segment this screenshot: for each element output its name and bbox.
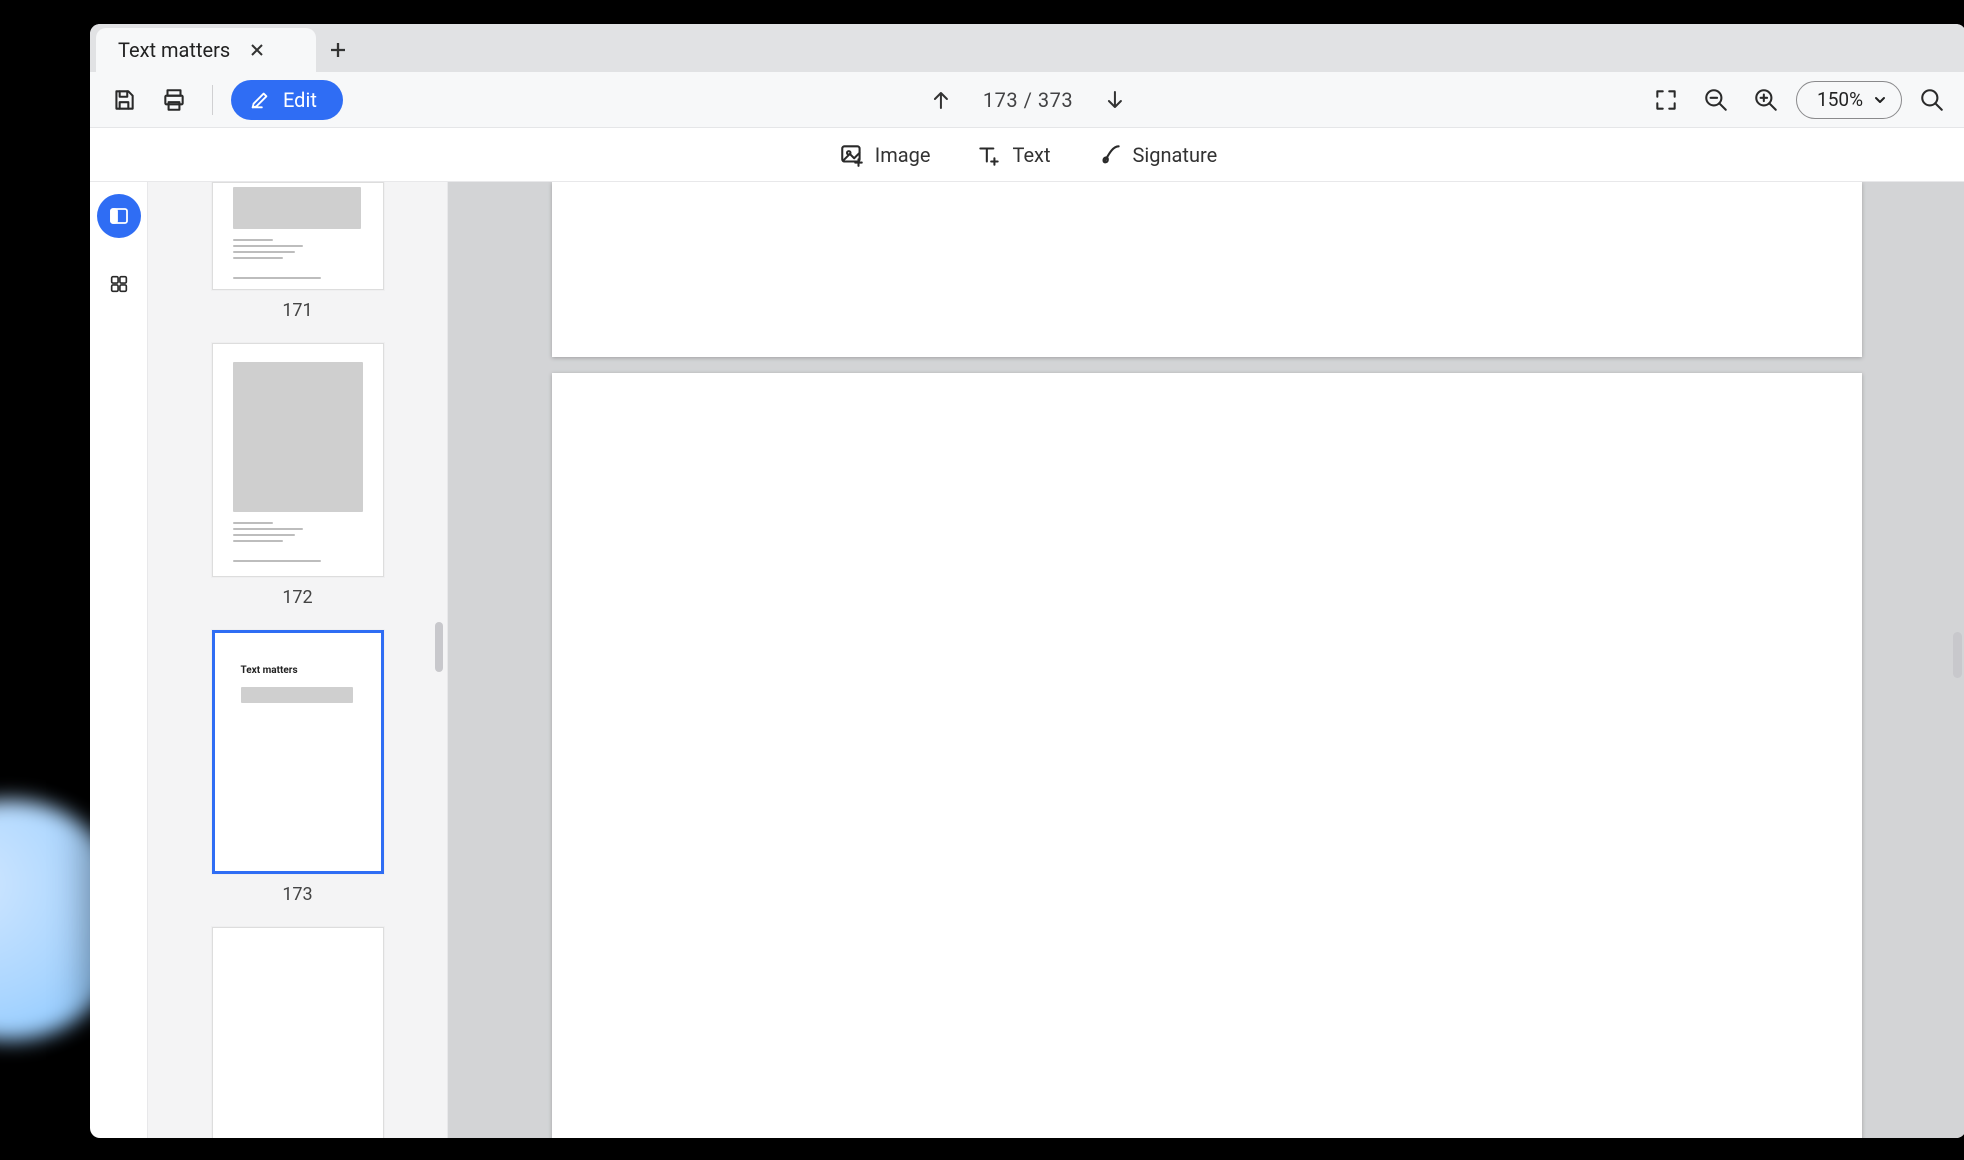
main-toolbar: Edit 173 / 373 — [90, 72, 1964, 128]
thumbnail-page-174[interactable] — [212, 927, 384, 1138]
edit-button-label: Edit — [283, 88, 317, 112]
zoom-out-button[interactable] — [1696, 80, 1736, 120]
tab-title: Text matters — [118, 38, 230, 62]
thumbnail-item: 174 — [176, 927, 419, 1138]
arrow-down-icon — [1103, 88, 1127, 112]
fullscreen-icon — [1653, 87, 1679, 113]
document-tab[interactable]: Text matters — [96, 28, 316, 72]
insert-image-label: Image — [875, 143, 931, 167]
insert-image-button[interactable]: Image — [833, 136, 937, 174]
app-window: Text matters Edit — [90, 24, 1964, 1138]
thumbnail-title: Text matters — [241, 665, 298, 676]
sidebar-toggle-icon — [107, 204, 131, 228]
thumbnail-page-172[interactable] — [212, 343, 384, 577]
text-tool-icon — [976, 142, 1002, 168]
thumbnail-page-171[interactable] — [212, 182, 384, 290]
toolbar-divider — [212, 85, 213, 115]
zoom-in-icon — [1753, 87, 1779, 113]
thumbnail-item: 171 — [176, 182, 419, 321]
zoom-in-button[interactable] — [1746, 80, 1786, 120]
zoom-value: 150% — [1817, 88, 1863, 111]
thumbnail-page-173[interactable]: Text matters — [212, 630, 384, 874]
print-icon — [161, 87, 187, 113]
viewer-body: 171 172 Text matters — [90, 182, 1964, 1138]
thumbnails-panel-button[interactable] — [97, 194, 141, 238]
search-icon — [1919, 87, 1945, 113]
arrow-up-icon — [929, 88, 953, 112]
insert-signature-button[interactable]: Signature — [1091, 136, 1224, 174]
page-current: 173 — [983, 88, 1018, 112]
thumbnail-panel[interactable]: 171 172 Text matters — [148, 182, 448, 1138]
insert-toolbar: Image Text Signature — [90, 128, 1964, 182]
print-button[interactable] — [154, 80, 194, 120]
page-total: 373 — [1038, 88, 1073, 112]
save-icon — [111, 87, 137, 113]
close-icon — [250, 43, 264, 57]
zoom-select[interactable]: 150% — [1796, 81, 1902, 119]
left-rail — [90, 182, 148, 1138]
next-page-button[interactable] — [1103, 88, 1127, 112]
zoom-out-icon — [1703, 87, 1729, 113]
insert-text-button[interactable]: Text — [970, 136, 1056, 174]
edit-button[interactable]: Edit — [231, 80, 343, 120]
prev-page-button[interactable] — [929, 88, 953, 112]
insert-text-label: Text — [1012, 143, 1050, 167]
chevron-down-icon — [1873, 93, 1887, 107]
pencil-icon — [249, 89, 271, 111]
image-icon — [839, 142, 865, 168]
plus-icon — [328, 40, 348, 60]
thumbnail-label: 172 — [282, 587, 312, 608]
save-button[interactable] — [104, 80, 144, 120]
search-button[interactable] — [1912, 80, 1952, 120]
grid-icon — [108, 273, 130, 295]
thumbnail-item: 172 — [176, 343, 419, 608]
thumbnail-item: Text matters 173 — [176, 630, 419, 905]
page-canvas[interactable] — [448, 182, 1964, 1138]
page-sep: / — [1018, 88, 1038, 112]
page-navigator: 173 / 373 — [929, 88, 1127, 112]
page-sheet-current — [552, 373, 1862, 1138]
insert-signature-label: Signature — [1133, 143, 1218, 167]
page-sheet-prev — [552, 182, 1862, 357]
signature-icon — [1097, 142, 1123, 168]
grid-view-button[interactable] — [97, 262, 141, 306]
tab-strip: Text matters — [90, 24, 1964, 72]
thumbnail-label: 173 — [282, 884, 312, 905]
new-tab-button[interactable] — [316, 28, 360, 72]
fullscreen-button[interactable] — [1646, 80, 1686, 120]
page-indicator[interactable]: 173 / 373 — [983, 88, 1073, 112]
close-tab-button[interactable] — [246, 39, 268, 61]
thumbnail-label: 171 — [282, 300, 312, 321]
